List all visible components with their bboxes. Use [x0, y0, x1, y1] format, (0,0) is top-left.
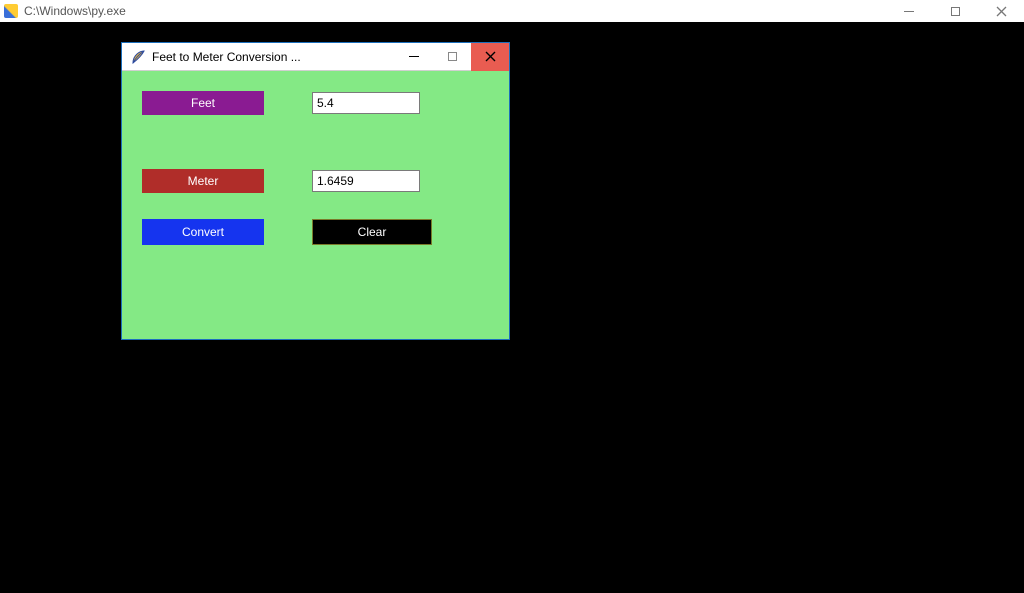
tk-titlebar[interactable]: Feet to Meter Conversion ...	[122, 43, 509, 71]
action-row: Convert Clear	[142, 219, 420, 245]
console-titlebar: C:\Windows\py.exe	[0, 0, 1024, 22]
clear-button[interactable]: Clear	[312, 219, 432, 245]
python-icon	[4, 4, 18, 18]
console-title: C:\Windows\py.exe	[24, 4, 126, 18]
convert-button[interactable]: Convert	[142, 219, 264, 245]
tk-window-title: Feet to Meter Conversion ...	[152, 50, 301, 64]
console-close-button[interactable]	[978, 0, 1024, 22]
tk-feather-icon	[130, 49, 146, 65]
console-minimize-button[interactable]	[886, 0, 932, 22]
feet-label: Feet	[142, 91, 264, 115]
console-maximize-button[interactable]	[932, 0, 978, 22]
tk-close-button[interactable]	[471, 43, 509, 71]
form: Feet Meter Convert Clear	[122, 71, 509, 247]
feet-input[interactable]	[312, 92, 420, 114]
tk-sysbuttons	[395, 43, 509, 71]
meter-input[interactable]	[312, 170, 420, 192]
console-sysbuttons	[886, 0, 1024, 22]
tk-minimize-button[interactable]	[395, 43, 433, 71]
tk-window: Feet to Meter Conversion ... Feet Meter	[121, 42, 510, 340]
tk-maximize-button[interactable]	[433, 43, 471, 71]
meter-label: Meter	[142, 169, 264, 193]
console-area: Feet to Meter Conversion ... Feet Meter	[0, 22, 1024, 593]
